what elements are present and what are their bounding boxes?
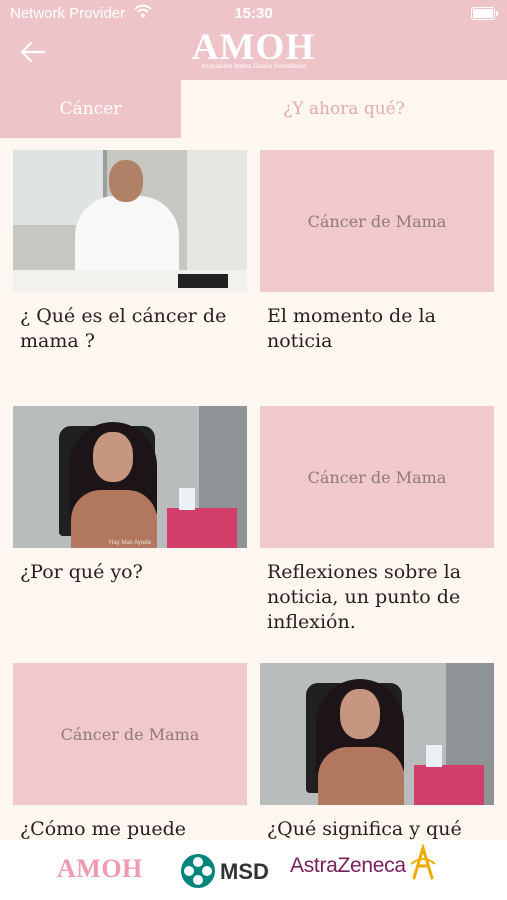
footer-amoh-logo: AMOH: [57, 854, 143, 883]
video-card[interactable]: Hay Mas Ayuda ¿Por qué yo?: [13, 406, 249, 585]
video-card[interactable]: ¿Qué significa y qué: [260, 663, 496, 840]
video-title: Reflexiones sobre la noticia, un punto d…: [267, 561, 462, 633]
msd-mark-icon: [181, 854, 215, 888]
astrazeneca-wordmark: AstraZeneca: [290, 854, 406, 877]
video-thumbnail-placeholder: Cáncer de Mama: [13, 663, 247, 805]
logo-title: AMOH: [191, 27, 316, 68]
tab-bar: Cáncer ¿Y ahora qué?: [0, 80, 507, 138]
video-card[interactable]: Cáncer de Mama Reflexiones sobre la noti…: [260, 406, 496, 635]
video-title: ¿ Qué es el cáncer de mama ?: [20, 305, 227, 352]
video-grid: ¿ Qué es el cáncer de mama ? Cáncer de M…: [0, 138, 507, 840]
footer-msd-logo: MSD: [180, 853, 269, 888]
video-card[interactable]: Cáncer de Mama El momento de la noticia: [260, 150, 496, 354]
video-title: El momento de la noticia: [267, 305, 436, 352]
video-thumbnail-placeholder: Cáncer de Mama: [260, 150, 494, 292]
logo-subtitle: Asociación Mama Ovario Hereditario: [201, 64, 306, 70]
msd-wordmark: MSD: [220, 859, 269, 884]
video-title: ¿Cómo me puede: [20, 818, 187, 840]
status-time: 15:30: [234, 5, 273, 22]
status-bar: Network Provider 15:30: [0, 0, 507, 28]
tab-cancer[interactable]: Cáncer: [0, 80, 181, 138]
video-title: ¿Qué significa y qué: [267, 818, 462, 840]
sponsor-footer: AMOH MSD AstraZeneca: [0, 840, 507, 900]
amoh-logo: AMOH Asociación Mama Ovario Hereditario: [0, 27, 507, 70]
video-card[interactable]: ¿ Qué es el cáncer de mama ?: [13, 150, 249, 354]
app-header: Network Provider 15:30 AMOH Asociación M…: [0, 0, 507, 80]
astrazeneca-symbol-icon: [410, 844, 436, 880]
battery-icon: [471, 7, 498, 20]
video-caption: Hay Mas Ayuda: [109, 540, 151, 546]
tab-y-ahora-que[interactable]: ¿Y ahora qué?: [181, 80, 507, 138]
video-thumbnail: [260, 663, 494, 805]
video-title: ¿Por qué yo?: [20, 561, 143, 583]
video-card[interactable]: Cáncer de Mama ¿Cómo me puede: [13, 663, 249, 840]
footer-astrazeneca-logo: AstraZeneca: [290, 844, 436, 880]
video-thumbnail: Hay Mas Ayuda: [13, 406, 247, 548]
video-thumbnail: [13, 150, 247, 292]
video-thumbnail-placeholder: Cáncer de Mama: [260, 406, 494, 548]
